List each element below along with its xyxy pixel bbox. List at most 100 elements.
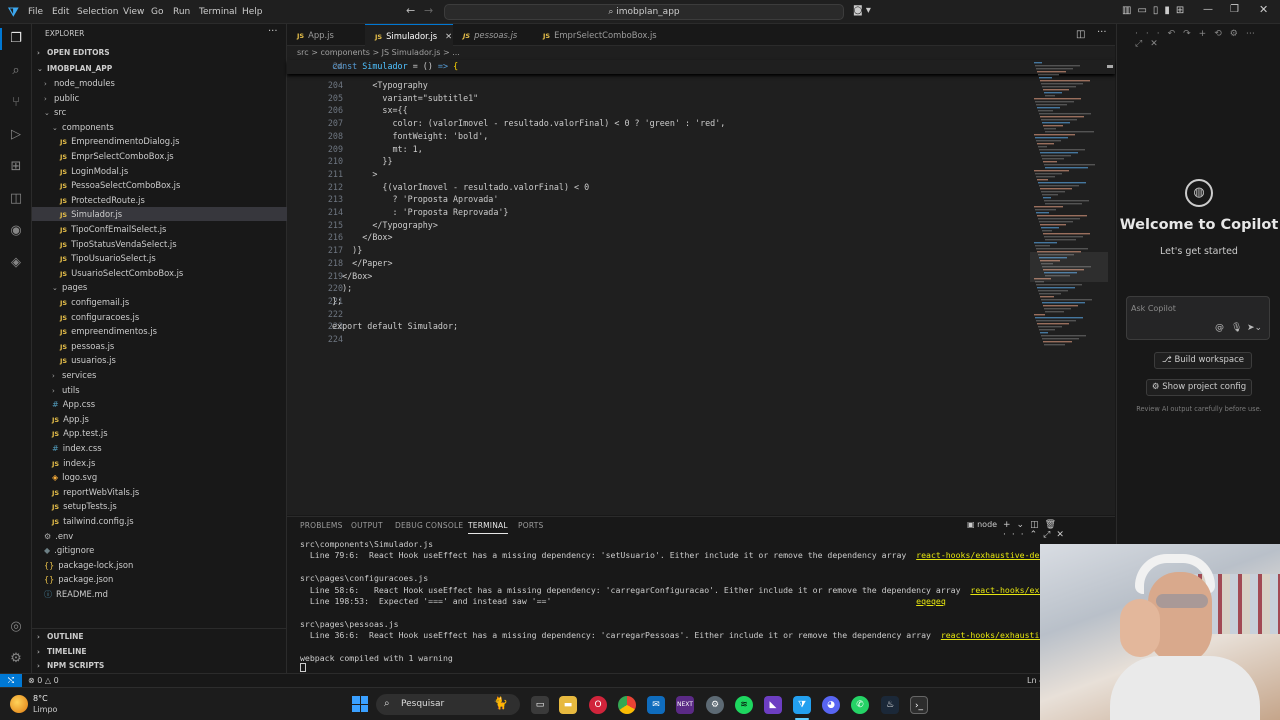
file-item[interactable]: JS EmprSelectComboBox.js (32, 149, 287, 163)
code-editor[interactable]: 24 const Simulador = () => { 204 <Typogr… (287, 60, 1115, 515)
search-icon[interactable]: ⌕ (6, 61, 26, 81)
menu-go[interactable]: Go (151, 0, 163, 24)
file-item[interactable]: JS PessoaSelectComboBox.js (32, 178, 287, 192)
file-explorer-icon[interactable]: ▬ (559, 696, 577, 714)
gear-icon[interactable]: ⚙ (6, 649, 26, 669)
file-item[interactable]: ⓘ README.md (32, 587, 287, 601)
file-item[interactable]: # index.css (32, 441, 287, 455)
menu-view[interactable]: View (123, 0, 144, 24)
tab-close-icon[interactable]: ✕ (445, 31, 452, 41)
copilot-toolbar[interactable]: ···↶↷+⟲⚙⋯⤢✕ (1135, 29, 1280, 49)
file-item[interactable]: ◆ .gitignore (32, 543, 287, 557)
file-item[interactable]: ⚙ .env (32, 529, 287, 543)
mic-icon[interactable]: 🎙 (1231, 323, 1242, 333)
file-item[interactable]: JS pessoas.js (32, 339, 287, 353)
menu-help[interactable]: Help (242, 0, 263, 24)
nav-forward-icon[interactable]: → (424, 4, 433, 17)
run-debug-icon[interactable]: ▷ (6, 125, 26, 145)
chrome-icon[interactable] (618, 696, 636, 714)
explorer-icon[interactable]: ❐ (6, 29, 26, 49)
send-icon[interactable]: ➤⌄ (1247, 323, 1262, 333)
more-actions-icon[interactable]: ··· (268, 26, 278, 37)
folder-item[interactable]: › utils (32, 383, 287, 397)
nav-back-icon[interactable]: ← (406, 4, 415, 17)
docker-icon[interactable]: ◈ (6, 253, 26, 273)
copilot-icon[interactable]: ◙ ▾ (853, 5, 871, 16)
remote-indicator-icon[interactable]: ⤭ (0, 674, 22, 687)
file-item[interactable]: JS empreendimentos.js (32, 324, 287, 338)
sticky-scroll[interactable]: 24 const Simulador = () => { (287, 60, 1115, 74)
terminal-rule-link[interactable]: react-hooks/exhaustive-deps (916, 550, 1049, 560)
file-item[interactable]: JS EmpreendimentoDialog.js (32, 134, 287, 148)
show-project-config-button[interactable]: ⚙ Show project config (1146, 379, 1252, 396)
visual-studio-icon[interactable]: ◣ (764, 696, 782, 714)
file-item[interactable]: # App.css (32, 397, 287, 411)
panel-actions[interactable]: +⌄◫🗑···⌃⤢✕ (1003, 520, 1115, 540)
split-editor-icon[interactable]: ◫ (1076, 29, 1085, 40)
more-actions-icon[interactable]: ··· (1097, 27, 1107, 38)
opera-icon[interactable]: O (589, 696, 607, 714)
tab-pessoas-js[interactable]: JS pessoas.js (453, 24, 533, 46)
mention-icon[interactable]: @ (1215, 323, 1224, 333)
npm-scripts-section[interactable]: › NPM SCRIPTS (32, 659, 287, 673)
open-editors-section[interactable]: › OPEN EDITORS (32, 46, 287, 60)
outlook-icon[interactable]: ✉ (647, 696, 665, 714)
menu-run[interactable]: Run (173, 0, 190, 24)
file-item[interactable]: JS usuarios.js (32, 353, 287, 367)
terminal-taskbar-icon[interactable]: ›_ (910, 696, 928, 714)
folder-item[interactable]: › node_modules (32, 76, 287, 90)
account-icon[interactable]: ◎ (6, 617, 26, 637)
folder-item[interactable]: › public (32, 91, 287, 105)
tab-simulador-js[interactable]: JS Simulador.js ✕ (365, 24, 453, 46)
breadcrumb[interactable]: src > components > JS Simulador.js > ... (287, 46, 1115, 60)
tab-app-js[interactable]: JS App.js (287, 24, 365, 46)
discord-icon[interactable]: ◕ (822, 696, 840, 714)
file-item[interactable]: JS setupTests.js (32, 499, 287, 513)
file-item[interactable]: JS App.js (32, 412, 287, 426)
minimize-icon[interactable]: — (1203, 4, 1213, 15)
file-item[interactable]: JS Simulador.js (32, 207, 287, 222)
file-item[interactable]: JS UsuarioSelectComboBox.js (32, 266, 287, 280)
terminal-shell-selector[interactable]: ▣ node (967, 520, 997, 529)
menu-terminal[interactable]: Terminal (199, 0, 237, 24)
github-icon[interactable]: ◉ (6, 221, 26, 241)
close-icon[interactable]: ✕ (1259, 3, 1268, 16)
build-workspace-button[interactable]: ⎇ Build workspace (1154, 352, 1252, 369)
weather-icon[interactable] (10, 695, 28, 713)
taskbar-search[interactable]: ⌕ Pesquisar 🐈 (376, 694, 520, 715)
file-item[interactable]: JS TipoConfEmailSelect.js (32, 222, 287, 236)
tab-problems[interactable]: PROBLEMS (300, 521, 343, 530)
file-item[interactable]: JS index.js (32, 456, 287, 470)
command-center-search[interactable]: ⌕ imobplan_app (444, 4, 844, 20)
file-item[interactable]: {} package.json (32, 572, 287, 586)
folder-item[interactable]: ⌄ src (32, 105, 287, 119)
task-view-icon[interactable]: ▭ (531, 696, 549, 714)
steam-icon[interactable]: ♨ (881, 696, 899, 714)
file-item[interactable]: JS reportWebVitals.js (32, 485, 287, 499)
tab-debug-console[interactable]: DEBUG CONSOLE (395, 521, 463, 530)
file-item[interactable]: ◈ logo.svg (32, 470, 287, 484)
windows-start-icon[interactable] (352, 696, 368, 712)
file-item[interactable]: JS configemail.js (32, 295, 287, 309)
folder-item[interactable]: › services (32, 368, 287, 382)
menu-edit[interactable]: Edit (52, 0, 69, 24)
minimap-viewport[interactable] (1030, 252, 1108, 282)
ask-copilot-input[interactable]: Ask Copilot @ 🎙 ➤⌄ (1126, 296, 1270, 340)
tab-emprselectcombobox-js[interactable]: JS EmprSelectComboBox.js (533, 24, 663, 46)
menu-file[interactable]: File (28, 0, 43, 24)
file-item[interactable]: JS App.test.js (32, 426, 287, 440)
file-item[interactable]: JS TipoUsuarioSelect.js (32, 251, 287, 265)
folder-item[interactable]: ⌄ components (32, 120, 287, 134)
maximize-icon[interactable]: ❐ (1230, 4, 1239, 15)
file-item[interactable]: JS ProtectedRoute.js (32, 193, 287, 207)
vscode-taskbar-icon[interactable]: ⧩ (793, 696, 811, 714)
settings-app-icon[interactable]: ⚙ (706, 696, 724, 714)
file-item[interactable]: JS configuracoes.js (32, 310, 287, 324)
outline-section[interactable]: › OUTLINE (32, 630, 287, 644)
remote-icon[interactable]: ◫ (6, 189, 26, 209)
menu-selection[interactable]: Selection (77, 0, 118, 24)
file-item[interactable]: JS TipoStatusVendaSelect.js (32, 237, 287, 251)
folder-item[interactable]: ⌄ pages (32, 280, 287, 294)
source-control-icon[interactable]: ⑂ (6, 93, 26, 113)
file-item[interactable]: JS tailwind.config.js (32, 514, 287, 528)
